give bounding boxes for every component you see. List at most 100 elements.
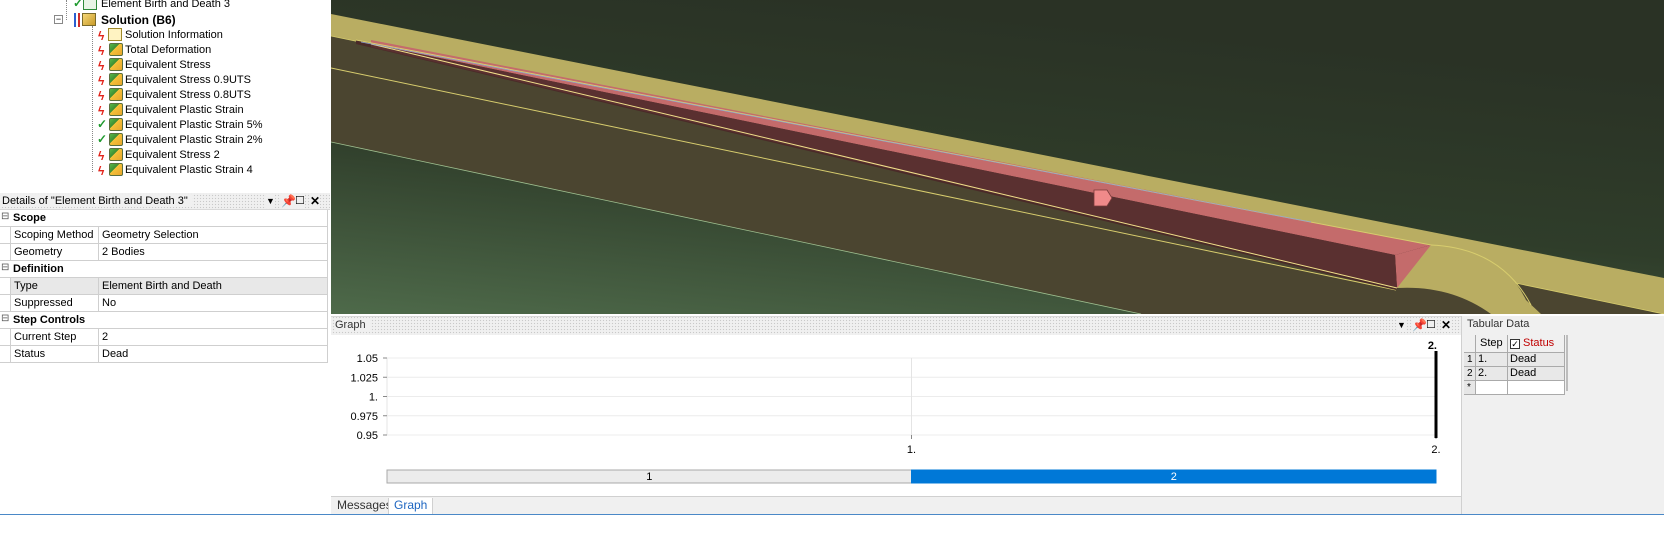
result-icon	[109, 58, 123, 71]
cell-step[interactable]	[1476, 381, 1508, 395]
detail-row-scoping-method[interactable]: Scoping Method Geometry Selection	[0, 227, 328, 244]
tree-item-equivalent-stress[interactable]: ϟ Equivalent Stress	[98, 57, 328, 73]
geometry-viewport[interactable]	[331, 0, 1664, 314]
detail-key: Status	[10, 346, 99, 362]
graph-header: Graph ▼ 📌 ☐ ✕	[331, 317, 1461, 335]
tree-item-label: Equivalent Plastic Strain 5%	[125, 119, 263, 131]
details-title: Details of "Element Birth and Death 3"	[2, 195, 192, 207]
pin-icon[interactable]: 📌	[281, 194, 296, 208]
detail-row-suppressed[interactable]: Suppressed No	[0, 295, 328, 312]
detail-value[interactable]: 2	[99, 329, 327, 345]
project-tree[interactable]: ✓ Element Birth and Death 3 − Solution (…	[0, 0, 348, 193]
dropdown-icon[interactable]: ▼	[266, 194, 275, 208]
details-header: Details of "Element Birth and Death 3" ▼…	[0, 193, 330, 210]
table-row[interactable]: 1 1. Dead	[1464, 353, 1567, 367]
result-icon	[109, 163, 123, 176]
tree-item-equivalent-stress-09uts[interactable]: ϟ Equivalent Stress 0.9UTS	[98, 72, 328, 88]
y-tick-label: 0.975	[350, 411, 378, 423]
tabular-title: Tabular Data	[1467, 318, 1530, 330]
section-step-controls[interactable]: ⊟ Step Controls	[0, 312, 328, 329]
details-panel: Details of "Element Birth and Death 3" ▼…	[0, 193, 330, 546]
tree-item-label: Total Deformation	[125, 44, 212, 56]
column-header-status[interactable]: ✓ Status	[1508, 335, 1565, 353]
table-new-row[interactable]: *	[1464, 381, 1567, 395]
tree-item-equivalent-plastic-strain-4[interactable]: ϟ Equivalent Plastic Strain 4	[98, 162, 328, 178]
y-tick-label: 1.025	[350, 372, 378, 384]
cell-status[interactable]	[1508, 381, 1565, 395]
section-scope[interactable]: ⊟ Scope	[0, 210, 328, 227]
detail-row-type[interactable]: Type Element Birth and Death	[0, 278, 328, 295]
cell-status[interactable]: Dead	[1508, 353, 1565, 367]
y-tick-label: 1.	[369, 392, 378, 404]
detail-value[interactable]: Geometry Selection	[99, 227, 327, 243]
maximize-icon[interactable]: ☐	[295, 194, 305, 208]
collapse-icon[interactable]: ⊟	[1, 263, 10, 273]
step-segment-label: 1	[646, 471, 652, 483]
collapse-icon[interactable]: ⊟	[1, 212, 10, 222]
tree-connector	[92, 26, 93, 172]
graph-panel: Graph ▼ 📌 ☐ ✕ 1.05 1.025 1. 0.975 0.95 1. 2. 2…	[331, 316, 1461, 514]
tree-item-element-birth-and-death-3[interactable]: ✓ Element Birth and Death 3	[73, 0, 324, 12]
column-header-step[interactable]: Step	[1476, 335, 1508, 353]
tree-item-label: Solution (B6)	[101, 13, 176, 27]
x-tick-label: 2.	[1431, 444, 1440, 456]
close-icon[interactable]: ✕	[1441, 318, 1452, 332]
result-icon	[109, 133, 123, 146]
tree-item-label: Element Birth and Death 3	[101, 0, 231, 10]
tree-item-equivalent-plastic-strain-5[interactable]: ✓ Equivalent Plastic Strain 5%	[97, 117, 328, 133]
pin-icon[interactable]: 📌	[1412, 318, 1427, 332]
tree-item-label: Equivalent Plastic Strain	[125, 104, 244, 116]
checkbox-icon[interactable]: ✓	[1510, 339, 1520, 349]
graph-plot[interactable]: 1.051.0251.0.9750.951. 2. 2. 12	[331, 335, 1461, 497]
solution-info-icon	[108, 28, 122, 41]
tabular-grid[interactable]: Step ✓ Status 1 1. Dead 2 2. Dead *	[1464, 335, 1567, 395]
tree-item-equivalent-stress-08uts[interactable]: ϟ Equivalent Stress 0.8UTS	[98, 87, 328, 103]
cell-status[interactable]: Dead	[1508, 367, 1565, 381]
tree-item-total-deformation[interactable]: ϟ Total Deformation	[98, 42, 328, 58]
tree-item-solution[interactable]: − Solution (B6)	[54, 12, 314, 28]
section-label: Scope	[13, 212, 47, 224]
cell-step[interactable]: 2.	[1476, 367, 1508, 381]
result-icon	[109, 88, 123, 101]
detail-row-geometry[interactable]: Geometry 2 Bodies	[0, 244, 328, 261]
tree-item-label: Solution Information	[125, 29, 223, 41]
solve-status-icon	[74, 13, 80, 27]
detail-value[interactable]: No	[99, 295, 327, 311]
y-tick-label: 1.05	[357, 353, 378, 365]
tabular-header: Tabular Data	[1462, 316, 1664, 334]
tab-messages[interactable]: Messages	[332, 498, 397, 515]
close-icon[interactable]: ✕	[310, 194, 321, 208]
tree-item-label: Equivalent Stress 0.9UTS	[125, 74, 251, 86]
tabular-scrollbar[interactable]	[1566, 335, 1568, 391]
tree-item-label: Equivalent Plastic Strain 2%	[125, 134, 263, 146]
section-definition[interactable]: ⊟ Definition	[0, 261, 328, 278]
x-tick-label: 1.	[907, 444, 916, 456]
tab-graph[interactable]: Graph	[388, 498, 434, 515]
dropdown-icon[interactable]: ▼	[1397, 318, 1406, 332]
detail-key: Current Step	[10, 329, 99, 345]
step-bar[interactable]: 12	[386, 469, 1437, 484]
detail-row-status[interactable]: Status Dead	[0, 346, 328, 363]
table-row[interactable]: 2 2. Dead	[1464, 367, 1567, 381]
collapse-icon[interactable]: −	[54, 15, 63, 24]
result-icon	[109, 73, 123, 86]
tree-item-solution-information[interactable]: ϟ Solution Information	[98, 27, 328, 43]
viewport-canvas	[331, 0, 1664, 314]
maximize-icon[interactable]: ☐	[1426, 318, 1436, 332]
collapse-icon[interactable]: ⊟	[1, 314, 10, 324]
bottom-tabs: Messages Graph	[331, 496, 1461, 515]
tree-item-equivalent-plastic-strain-2[interactable]: ✓ Equivalent Plastic Strain 2%	[97, 132, 328, 148]
detail-key: Scoping Method	[10, 227, 99, 243]
detail-row-current-step[interactable]: Current Step 2	[0, 329, 328, 346]
detail-value[interactable]: Dead	[99, 346, 327, 362]
graph-title: Graph	[335, 319, 370, 331]
checkmark-icon: ✓	[97, 117, 108, 131]
detail-value[interactable]: 2 Bodies	[99, 244, 327, 260]
row-number: 1	[1464, 353, 1476, 367]
details-grid: ⊟ Scope Scoping Method Geometry Selectio…	[0, 210, 328, 363]
result-icon	[109, 103, 123, 116]
tree-item-equivalent-plastic-strain[interactable]: ϟ Equivalent Plastic Strain	[98, 102, 328, 118]
detail-key: Type	[10, 278, 99, 294]
cell-step[interactable]: 1.	[1476, 353, 1508, 367]
tree-item-equivalent-stress-2[interactable]: ϟ Equivalent Stress 2	[98, 147, 328, 163]
